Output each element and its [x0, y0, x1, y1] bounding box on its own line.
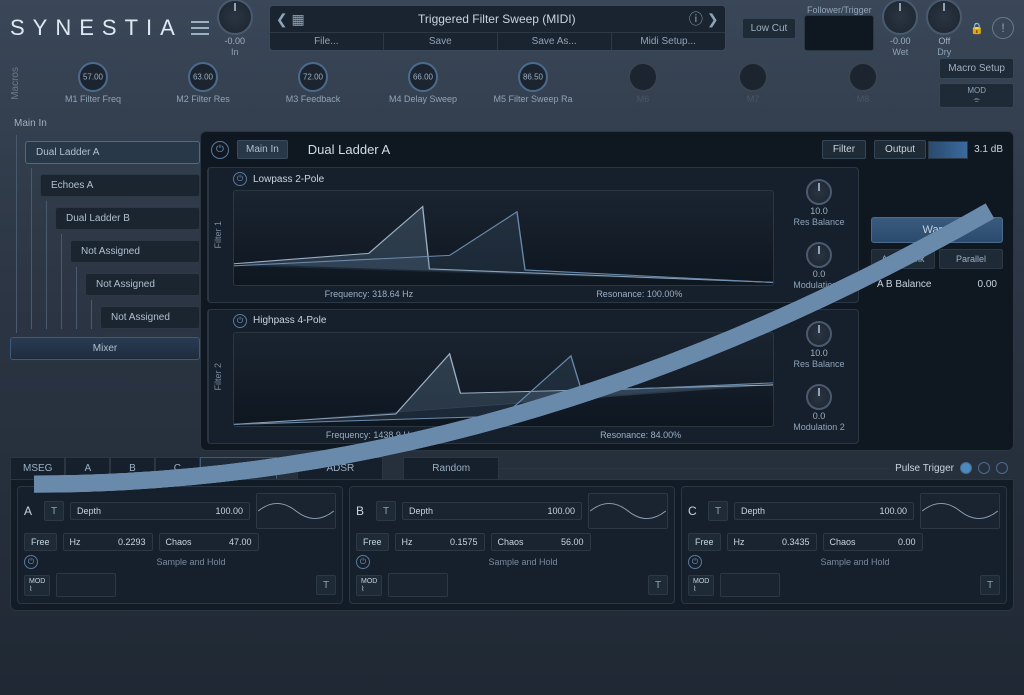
lfo-curve[interactable]: [720, 573, 780, 597]
lfo-c-block: C T Depth100.00 Free Hz0.3435 Chaos0.00 …: [681, 486, 1007, 604]
